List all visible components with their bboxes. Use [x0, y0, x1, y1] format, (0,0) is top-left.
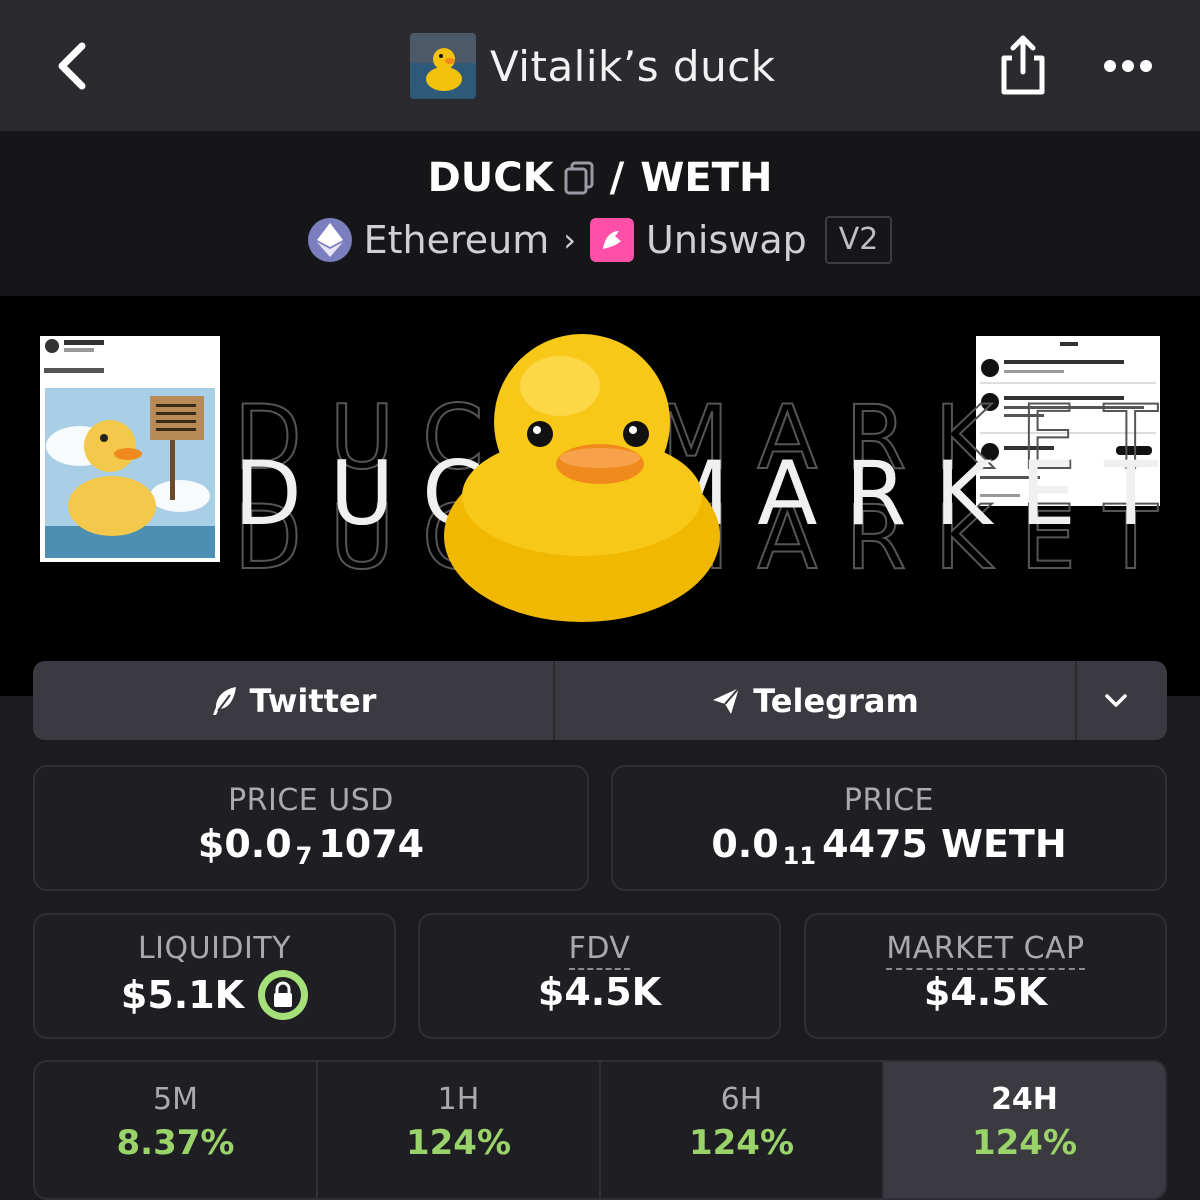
- tab-24h[interactable]: 24H 124%: [884, 1062, 1165, 1198]
- chevron-left-icon: [58, 42, 86, 90]
- uniswap-icon: [590, 218, 635, 262]
- more-links-button[interactable]: [1077, 661, 1167, 740]
- market-cap-value: $4.5K: [923, 970, 1048, 1014]
- timeframe-change: 124%: [688, 1123, 795, 1163]
- telegram-button[interactable]: Telegram: [555, 661, 1077, 740]
- telegram-label: Telegram: [753, 681, 919, 720]
- token-banner: DUCK MARKET DUCK MARKET DUCK MARKET: [0, 296, 1200, 696]
- pair-separator: /: [609, 155, 625, 201]
- top-nav-bar: Vitalik’s duck: [0, 0, 1200, 131]
- telegram-icon: [713, 686, 740, 714]
- price-usd-label: PRICE USD: [228, 783, 394, 818]
- timeframe-change: 8.37%: [116, 1123, 235, 1163]
- tab-6h[interactable]: 6H 124%: [601, 1062, 884, 1198]
- timeframe-change: 124%: [405, 1123, 512, 1163]
- timeframe-tabs: 5M 8.37% 1H 124% 6H 124% 24H 124%: [33, 1060, 1167, 1200]
- more-options-button[interactable]: [1100, 52, 1156, 80]
- chain-breadcrumb: Ethereum › Uniswap V2: [0, 216, 1200, 264]
- token-title: Vitalik’s duck: [410, 33, 776, 99]
- ethereum-icon: [307, 218, 352, 262]
- duck-image: [444, 334, 720, 622]
- fdv-box: FDV $4.5K: [418, 913, 781, 1039]
- price-usd-value: $0.0 7 1074: [197, 822, 425, 870]
- page-title: Vitalik’s duck: [490, 41, 776, 91]
- banner-artwork: DUCK MARKET DUCK MARKET DUCK MARKET: [40, 334, 1160, 622]
- quote-token: WETH: [640, 155, 773, 201]
- version-badge: V2: [824, 216, 893, 264]
- timeframe-label: 5M: [153, 1082, 198, 1117]
- liquidity-value: $5.1K: [120, 973, 245, 1017]
- chevron-down-icon: [1105, 693, 1127, 707]
- twitter-label: Twitter: [249, 681, 377, 720]
- social-links: Twitter Telegram: [33, 661, 1167, 740]
- dex-name[interactable]: Uniswap: [646, 218, 807, 262]
- left-tweet-image: [40, 336, 220, 562]
- more-icon: [1104, 60, 1152, 72]
- price-weth-box: PRICE 0.0 11 4475 WETH: [611, 765, 1167, 891]
- tab-1h[interactable]: 1H 124%: [318, 1062, 601, 1198]
- liquidity-box: LIQUIDITY $5.1K: [33, 913, 396, 1039]
- copy-icon[interactable]: [562, 159, 596, 197]
- timeframe-label: 1H: [437, 1082, 480, 1117]
- pair-name: DUCK / WETH: [0, 155, 1200, 201]
- liquidity-value-row: $5.1K: [35, 970, 394, 1020]
- liquidity-label: LIQUIDITY: [137, 931, 292, 966]
- market-cap-box: MARKET CAP $4.5K: [804, 913, 1167, 1039]
- twitter-button[interactable]: Twitter: [33, 661, 555, 740]
- share-icon: [1001, 35, 1045, 95]
- price-usd-box: PRICE USD $0.0 7 1074: [33, 765, 589, 891]
- timeframe-label: 6H: [720, 1082, 763, 1117]
- share-button[interactable]: [996, 32, 1050, 98]
- fdv-label[interactable]: FDV: [568, 931, 631, 970]
- price-label: PRICE: [843, 783, 935, 818]
- feather-icon: [212, 686, 236, 715]
- price-value: 0.0 11 4475 WETH: [711, 822, 1067, 870]
- fdv-value: $4.5K: [537, 970, 662, 1014]
- chain-name[interactable]: Ethereum: [364, 218, 550, 262]
- timeframe-change: 124%: [971, 1123, 1078, 1163]
- chevron-right-icon: ›: [563, 221, 577, 259]
- lock-icon[interactable]: [258, 970, 309, 1020]
- tab-5m[interactable]: 5M 8.37%: [35, 1062, 318, 1198]
- back-button[interactable]: [48, 36, 96, 96]
- base-token: DUCK: [427, 155, 554, 201]
- token-avatar: [410, 33, 476, 99]
- market-cap-label[interactable]: MARKET CAP: [886, 931, 1085, 970]
- timeframe-label: 24H: [991, 1082, 1058, 1117]
